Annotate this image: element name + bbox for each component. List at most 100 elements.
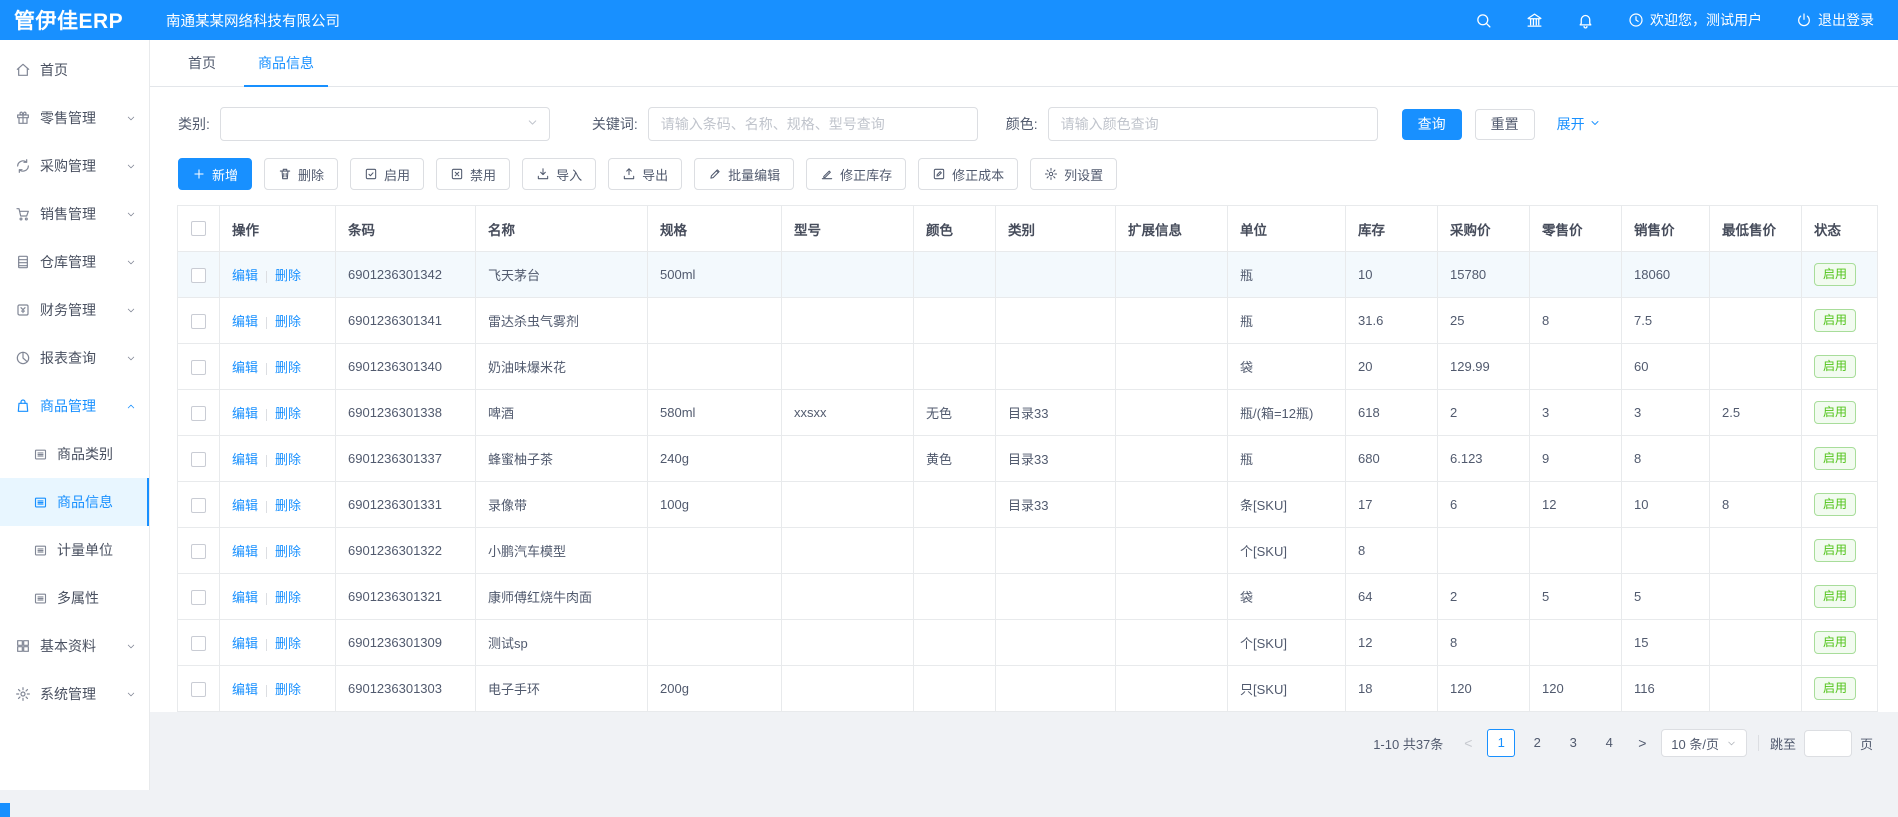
edit-link[interactable]: 编辑 <box>232 452 258 467</box>
edit-link[interactable]: 编辑 <box>232 314 258 329</box>
edit-link[interactable]: 编辑 <box>232 498 258 513</box>
edit-box-icon <box>932 167 946 181</box>
cell-retail_price <box>1530 528 1622 574</box>
cell-unit: 瓶 <box>1228 252 1346 298</box>
pagination-page-1[interactable]: 1 <box>1487 729 1515 757</box>
color-input[interactable] <box>1048 107 1378 141</box>
cell-color <box>914 620 996 666</box>
select-all-checkbox[interactable] <box>191 221 206 236</box>
sidebar-item-sales[interactable]: 销售管理 <box>0 190 149 238</box>
fix-stock-button[interactable]: 修正库存 <box>806 158 906 190</box>
sidebar-item-label: 报表查询 <box>40 348 96 368</box>
cell-retail_price: 8 <box>1530 298 1622 344</box>
sidebar-item-basic-data[interactable]: 基本资料 <box>0 622 149 670</box>
batch-edit-button[interactable]: 批量编辑 <box>694 158 794 190</box>
delete-link[interactable]: 删除 <box>275 268 301 283</box>
enable-button[interactable]: 启用 <box>350 158 424 190</box>
delete-link[interactable]: 删除 <box>275 590 301 605</box>
keyword-input[interactable] <box>648 107 978 141</box>
page-size-select[interactable]: 10 条/页 <box>1661 729 1747 757</box>
row-checkbox[interactable] <box>191 590 206 605</box>
disable-button[interactable]: 禁用 <box>436 158 510 190</box>
search-icon[interactable] <box>1475 12 1492 29</box>
cell-category <box>996 252 1116 298</box>
sidebar-item-measure-unit[interactable]: 计量单位 <box>0 526 149 574</box>
cell-model <box>782 528 914 574</box>
cell-retail_price: 12 <box>1530 482 1622 528</box>
table-footer: 1-10 共37条<1234>10 条/页跳至页 <box>150 712 1898 790</box>
row-checkbox[interactable] <box>191 498 206 513</box>
company-name: 南通某某网络科技有限公司 <box>166 10 340 31</box>
cell-min_price <box>1710 574 1802 620</box>
row-checkbox[interactable] <box>191 360 206 375</box>
expand-link[interactable]: 展开 <box>1557 114 1601 134</box>
delete-link[interactable]: 删除 <box>275 452 301 467</box>
delete-link[interactable]: 删除 <box>275 498 301 513</box>
page-jump-input[interactable] <box>1804 730 1852 757</box>
column-settings-button[interactable]: 列设置 <box>1030 158 1117 190</box>
pagination-page-4[interactable]: 4 <box>1595 729 1623 757</box>
home-icon <box>15 62 31 78</box>
sidebar-item-purchase[interactable]: 采购管理 <box>0 142 149 190</box>
button-label: 新增 <box>212 165 238 184</box>
delete-link[interactable]: 删除 <box>275 636 301 651</box>
edit-link[interactable]: 编辑 <box>232 590 258 605</box>
fix-cost-button[interactable]: 修正成本 <box>918 158 1018 190</box>
pagination-page-2[interactable]: 2 <box>1523 729 1551 757</box>
cell-unit: 瓶 <box>1228 436 1346 482</box>
status-badge: 启用 <box>1814 401 1856 423</box>
cell-actions: 编辑 删除 <box>220 482 336 528</box>
sidebar-item-products[interactable]: 商品管理 <box>0 382 149 430</box>
reset-button[interactable]: 重置 <box>1475 109 1535 140</box>
add-button[interactable]: 新增 <box>178 158 252 190</box>
delete-link[interactable]: 删除 <box>275 360 301 375</box>
edit-link[interactable]: 编辑 <box>232 360 258 375</box>
delete-link[interactable]: 删除 <box>275 682 301 697</box>
edit-link[interactable]: 编辑 <box>232 682 258 697</box>
delete-link[interactable]: 删除 <box>275 406 301 421</box>
row-checkbox[interactable] <box>191 406 206 421</box>
cell-stock: 20 <box>1346 344 1438 390</box>
edit-link[interactable]: 编辑 <box>232 406 258 421</box>
welcome-user[interactable]: 欢迎您，测试用户 <box>1628 10 1762 30</box>
bell-icon[interactable] <box>1577 12 1594 29</box>
sidebar-item-reports[interactable]: 报表查询 <box>0 334 149 382</box>
row-checkbox[interactable] <box>191 452 206 467</box>
row-checkbox[interactable] <box>191 682 206 697</box>
edit-link[interactable]: 编辑 <box>232 268 258 283</box>
import-icon <box>536 167 550 181</box>
row-checkbox[interactable] <box>191 314 206 329</box>
logout-button[interactable]: 退出登录 <box>1796 10 1874 30</box>
import-button[interactable]: 导入 <box>522 158 596 190</box>
row-checkbox[interactable] <box>191 636 206 651</box>
status-badge: 启用 <box>1814 493 1856 515</box>
pagination-prev[interactable]: < <box>1457 735 1479 751</box>
sidebar-item-retail[interactable]: 零售管理 <box>0 94 149 142</box>
edit-link[interactable]: 编辑 <box>232 544 258 559</box>
delete-link[interactable]: 删除 <box>275 544 301 559</box>
sidebar-item-home[interactable]: 首页 <box>0 46 149 94</box>
sidebar-item-product-info[interactable]: 商品信息 <box>0 478 149 526</box>
sidebar-item-product-category[interactable]: 商品类别 <box>0 430 149 478</box>
sidebar-item-multi-attribute[interactable]: 多属性 <box>0 574 149 622</box>
pagination-page-3[interactable]: 3 <box>1559 729 1587 757</box>
sidebar-item-system[interactable]: 系统管理 <box>0 670 149 718</box>
export-button[interactable]: 导出 <box>608 158 682 190</box>
tab-home[interactable]: 首页 <box>174 40 230 86</box>
row-checkbox[interactable] <box>191 544 206 559</box>
sidebar-item-warehouse[interactable]: 仓库管理 <box>0 238 149 286</box>
sidebar-item-finance[interactable]: 财务管理 <box>0 286 149 334</box>
delete-button[interactable]: 删除 <box>264 158 338 190</box>
category-select[interactable] <box>220 107 550 141</box>
cell-retail_price: 3 <box>1530 390 1622 436</box>
cell-spec <box>648 528 782 574</box>
bank-icon[interactable] <box>1526 12 1543 29</box>
cell-ext <box>1116 620 1228 666</box>
edit-link[interactable]: 编辑 <box>232 636 258 651</box>
pagination-next[interactable]: > <box>1631 735 1653 751</box>
tab-product-info[interactable]: 商品信息 <box>244 40 328 86</box>
row-checkbox[interactable] <box>191 268 206 283</box>
delete-link[interactable]: 删除 <box>275 314 301 329</box>
cell-retail_price <box>1530 344 1622 390</box>
search-button[interactable]: 查询 <box>1402 109 1462 140</box>
